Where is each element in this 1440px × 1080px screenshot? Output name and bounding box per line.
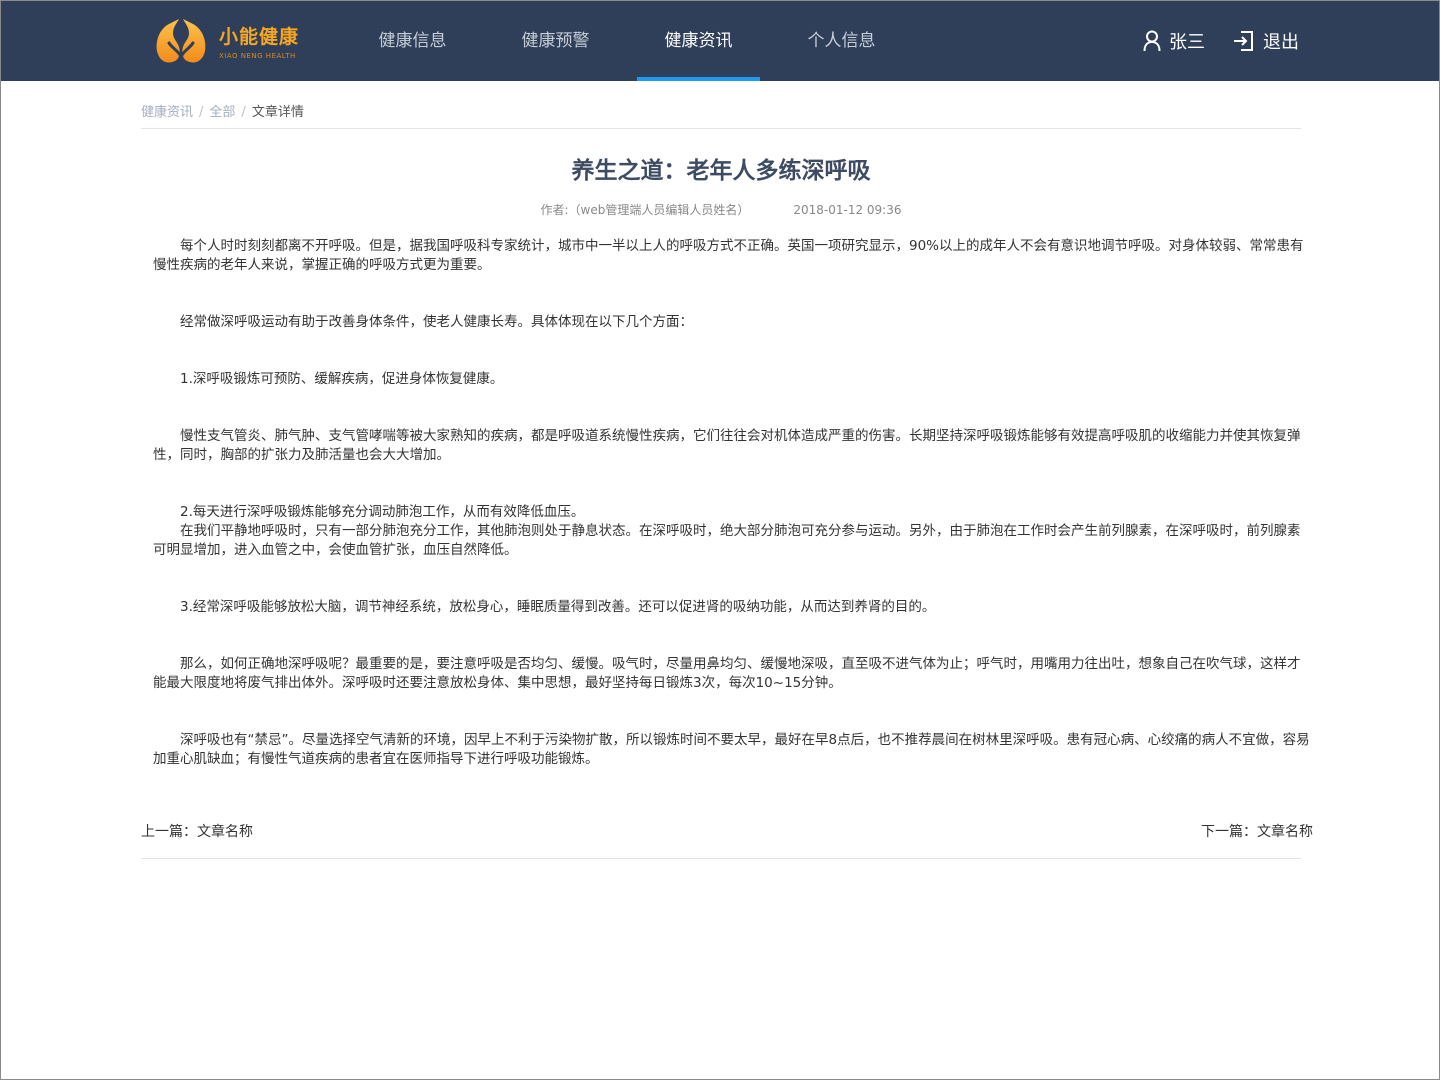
logout-label: 退出 xyxy=(1263,32,1299,53)
main-nav: 健康信息 健康预警 健康资讯 个人信息 xyxy=(341,1,913,81)
user-profile-link[interactable]: 张三 xyxy=(1143,28,1205,54)
next-article-link[interactable]: 下一篇：文章名称 xyxy=(1201,821,1313,841)
article-paragraph: 在我们平静地呼吸时，只有一部分肺泡充分工作，其他肺泡则处于静息状态。在深呼吸时，… xyxy=(153,523,1301,558)
article-paragraph: 那么，如何正确地深呼吸呢？最重要的是，要注意呼吸是否均匀、缓慢。吸气时，尽量用鼻… xyxy=(153,656,1301,691)
article-author: 作者:（web管理端人员编辑人员姓名） xyxy=(540,203,750,217)
article-date: 2018-01-12 09:36 xyxy=(793,203,902,217)
article-paragraph: 3.经常深呼吸能够放松大脑，调节神经系统，放松身心，睡眠质量得到改善。还可以促进… xyxy=(180,599,936,615)
top-navbar: 小能健康 XIAO NENG HEALTH 健康信息 健康预警 健康资讯 个人信… xyxy=(1,1,1439,81)
article-title: 养生之道：老年人多练深呼吸 xyxy=(571,158,871,184)
article-pager: 上一篇：文章名称 下一篇：文章名称 xyxy=(141,821,1313,841)
nav-health-warning[interactable]: 健康预警 xyxy=(484,1,627,81)
lungs-logo-icon xyxy=(156,19,206,63)
article-paragraph: 慢性支气管炎、肺气肿、支气管哮喘等被大家熟知的疾病，都是呼吸道系统慢性疾病，它们… xyxy=(153,428,1301,463)
breadcrumb-current: 文章详情 xyxy=(251,105,304,120)
article-paragraph: 经常做深呼吸运动有助于改善身体条件，使老人健康长寿。具体体现在以下几个方面： xyxy=(180,314,693,330)
article-paragraph: 2.每天进行深呼吸锻炼能够充分调动肺泡工作，从而有效降低血压。 xyxy=(180,504,585,520)
divider xyxy=(141,858,1301,859)
article-paragraph: 1.深呼吸锻炼可预防、缓解疾病，促进身体恢复健康。 xyxy=(180,371,504,387)
breadcrumb-all[interactable]: 全部 xyxy=(209,105,235,120)
nav-personal-info[interactable]: 个人信息 xyxy=(770,1,913,81)
brand-name: 小能健康 xyxy=(219,26,300,48)
logout-button[interactable]: 退出 xyxy=(1233,28,1299,54)
breadcrumb-separator: / xyxy=(199,105,204,120)
article-paragraph: 每个人时时刻刻都离不开呼吸。但是，据我国呼吸科专家统计，城市中一半以上人的呼吸方… xyxy=(153,238,1304,273)
user-name: 张三 xyxy=(1169,32,1205,53)
prev-article-link[interactable]: 上一篇：文章名称 xyxy=(141,821,253,841)
brand-logo[interactable]: 小能健康 XIAO NENG HEALTH xyxy=(151,13,311,69)
nav-health-news[interactable]: 健康资讯 xyxy=(627,1,770,81)
breadcrumb: 健康资讯 / 全部 / 文章详情 xyxy=(141,101,1301,129)
logout-icon xyxy=(1234,31,1253,51)
user-area: 张三 退出 xyxy=(1143,1,1299,81)
breadcrumb-separator: / xyxy=(241,105,246,120)
article-meta: 作者:（web管理端人员编辑人员姓名） 2018-01-12 09:36 xyxy=(141,201,1301,218)
article-body: 每个人时时刻刻都离不开呼吸。但是，据我国呼吸科专家统计，城市中一半以上人的呼吸方… xyxy=(153,237,1313,769)
nav-health-info[interactable]: 健康信息 xyxy=(341,1,484,81)
article-paragraph: 深呼吸也有“禁忌”。尽量选择空气清新的环境，因早上不利于污染物扩散，所以锻炼时间… xyxy=(153,732,1310,767)
user-icon xyxy=(1143,30,1161,52)
breadcrumb-health-news[interactable]: 健康资讯 xyxy=(141,105,193,120)
brand-subtitle: XIAO NENG HEALTH xyxy=(219,52,296,60)
